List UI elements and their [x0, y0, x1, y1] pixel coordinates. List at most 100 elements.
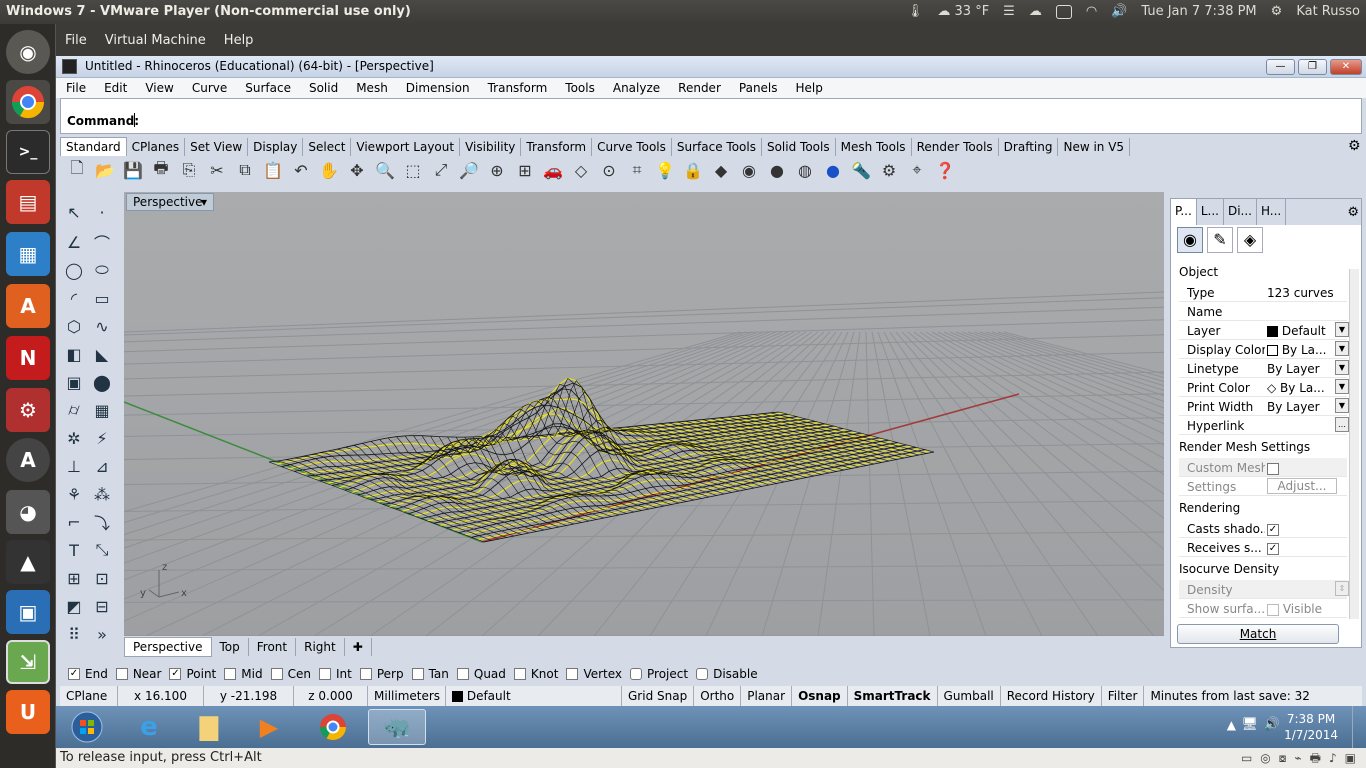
zoom-window-icon[interactable]: ⬚	[400, 157, 426, 183]
prop-value[interactable]: Default	[1267, 324, 1337, 338]
circle-icon[interactable]: ◯	[62, 258, 86, 282]
panel-tab-properties[interactable]: P...	[1171, 199, 1197, 225]
mesh-icon[interactable]: ▦	[90, 398, 114, 422]
text-icon[interactable]: T	[62, 538, 86, 562]
osnap-mid-checkbox[interactable]	[224, 668, 237, 680]
import-icon[interactable]: ⎘	[176, 157, 202, 183]
array-icon[interactable]: ⊞	[62, 566, 86, 590]
osnap-near-checkbox[interactable]	[115, 668, 128, 680]
osnap-knot-checkbox[interactable]	[513, 668, 526, 680]
network-icon[interactable]: 🖥	[1241, 717, 1258, 732]
polygon-icon[interactable]: ⬡	[62, 314, 86, 338]
rectangle-icon[interactable]: ▭	[90, 286, 114, 310]
status-cplane[interactable]: CPlane	[60, 686, 118, 706]
open-file-icon[interactable]: 📂	[92, 157, 118, 183]
ellipse-icon[interactable]: ⬭	[90, 258, 114, 282]
zoom-target-icon[interactable]: ⊕	[484, 157, 510, 183]
move-icon[interactable]: ⊥	[62, 454, 86, 478]
tray-arrow-icon[interactable]: ▲	[1227, 718, 1236, 732]
vm-menu-virtual-machine[interactable]: Virtual Machine	[96, 33, 215, 48]
status-filter[interactable]: Filter	[1102, 686, 1145, 706]
prop-value[interactable]: ✓	[1267, 522, 1337, 536]
light-icon[interactable]: 🔦	[848, 157, 874, 183]
taskbar-chrome-icon[interactable]	[306, 709, 360, 745]
update-manager-icon[interactable]: A	[6, 438, 50, 482]
menu-mesh[interactable]: Mesh	[346, 81, 396, 95]
split-icon[interactable]: ⚡	[90, 426, 114, 450]
material-icon[interactable]: ✎	[1207, 227, 1233, 253]
osnap-tan-checkbox[interactable]	[411, 668, 424, 680]
status-gumball[interactable]: Gumball	[938, 686, 1001, 706]
tab-standard[interactable]: Standard	[60, 137, 127, 156]
prop-value[interactable]: By La...	[1267, 343, 1337, 357]
prop-casts-shadows[interactable]: Casts shado... ✓	[1179, 519, 1347, 538]
sound-card-icon[interactable]: ♪	[1329, 748, 1337, 768]
menu-icon[interactable]: ☰	[1003, 4, 1015, 19]
close-button[interactable]: ✕	[1330, 59, 1362, 75]
status-ortho[interactable]: Ortho	[694, 686, 742, 706]
image-viewer-icon[interactable]: ▣	[6, 590, 50, 634]
tab-set-view[interactable]: Set View	[185, 138, 249, 156]
layer-icon[interactable]: ◆	[708, 157, 734, 183]
undo-icon[interactable]: ↶	[288, 157, 314, 183]
panel-tab-help[interactable]: H...	[1257, 199, 1287, 225]
command-area[interactable]: Command:	[60, 98, 1362, 134]
maximize-button[interactable]: ❐	[1298, 59, 1327, 75]
prop-print-color[interactable]: Print Color ◇ By La... ▼	[1179, 378, 1349, 397]
osnap-perp-checkbox[interactable]	[359, 668, 372, 680]
explode-icon[interactable]: ✲	[62, 426, 86, 450]
status-units[interactable]: Millimeters	[368, 686, 446, 706]
tab-curve-tools[interactable]: Curve Tools	[592, 138, 672, 156]
display-icon[interactable]: ▣	[1345, 748, 1356, 768]
cplane-icon[interactable]: ⊙	[596, 157, 622, 183]
block-icon[interactable]: ⊡	[90, 566, 114, 590]
snapping-icon[interactable]: ⌖	[904, 157, 930, 183]
save-icon[interactable]: 💾	[120, 157, 146, 183]
dimension-icon[interactable]: ⤡	[90, 538, 114, 562]
osnap-vertex[interactable]: Vertex	[566, 667, 622, 681]
add-viewport-tab-icon[interactable]: ✚	[345, 638, 372, 656]
curve-icon[interactable]: ⌒	[90, 230, 114, 254]
surface-icon[interactable]: ◧	[62, 342, 86, 366]
osnap-quad[interactable]: Quad	[456, 667, 506, 681]
box-icon[interactable]: ▣	[62, 370, 86, 394]
panel-tab-display[interactable]: Di...	[1224, 199, 1257, 225]
gear-icon[interactable]: ⚙	[1271, 4, 1283, 19]
zoom-icon[interactable]: 🔍	[372, 157, 398, 183]
files-icon[interactable]: ▤	[6, 180, 50, 224]
terminal-icon[interactable]: >_	[6, 130, 50, 174]
thermometer-icon[interactable]: 🌡	[907, 4, 924, 19]
viewport-title[interactable]: Perspective ▾	[126, 193, 214, 211]
tab-display[interactable]: Display	[248, 138, 304, 156]
tab-select[interactable]: Select	[303, 138, 352, 156]
group-icon[interactable]: ⚘	[62, 482, 86, 506]
object-properties-icon[interactable]: ◉	[1177, 227, 1203, 253]
display-color-dropdown-icon[interactable]: ▼	[1335, 341, 1349, 356]
panel-scrollbar[interactable]	[1349, 269, 1359, 619]
taskbar-rhino-icon[interactable]: 🦏	[368, 709, 426, 745]
print-icon[interactable]: 🖶	[148, 157, 174, 183]
freeform-icon[interactable]: ∿	[90, 314, 114, 338]
speaker-icon[interactable]: 🔊	[1264, 717, 1280, 732]
panel-gear-icon[interactable]: ⚙	[1347, 205, 1359, 220]
status-smarttrack[interactable]: SmartTrack	[848, 686, 938, 706]
menu-transform[interactable]: Transform	[478, 81, 556, 95]
osnap-tan[interactable]: Tan	[411, 667, 449, 681]
tab-render-tools[interactable]: Render Tools	[912, 138, 999, 156]
settings-icon[interactable]: ⚙	[6, 388, 50, 432]
battery-icon[interactable]	[1055, 4, 1072, 19]
osnap-int-checkbox[interactable]	[318, 668, 331, 680]
vtab-perspective[interactable]: Perspective	[124, 637, 212, 657]
inkscape-icon[interactable]: ▲	[6, 540, 50, 584]
ubuntu-one-icon[interactable]: U	[6, 690, 50, 734]
print-color-dropdown-icon[interactable]: ▼	[1335, 379, 1349, 394]
ungroup-icon[interactable]: ⁂	[90, 482, 114, 506]
status-record-history[interactable]: Record History	[1001, 686, 1102, 706]
document-viewer-icon[interactable]: ▦	[6, 232, 50, 276]
osnap-mid[interactable]: Mid	[224, 667, 263, 681]
zoom-extents-icon[interactable]: ⤢	[428, 157, 454, 183]
visible-checkbox[interactable]	[1267, 603, 1279, 616]
panel-tab-layers[interactable]: L...	[1197, 199, 1224, 225]
osnap-project[interactable]: Project	[630, 667, 688, 681]
receives-shadows-checkbox[interactable]: ✓	[1267, 542, 1279, 555]
